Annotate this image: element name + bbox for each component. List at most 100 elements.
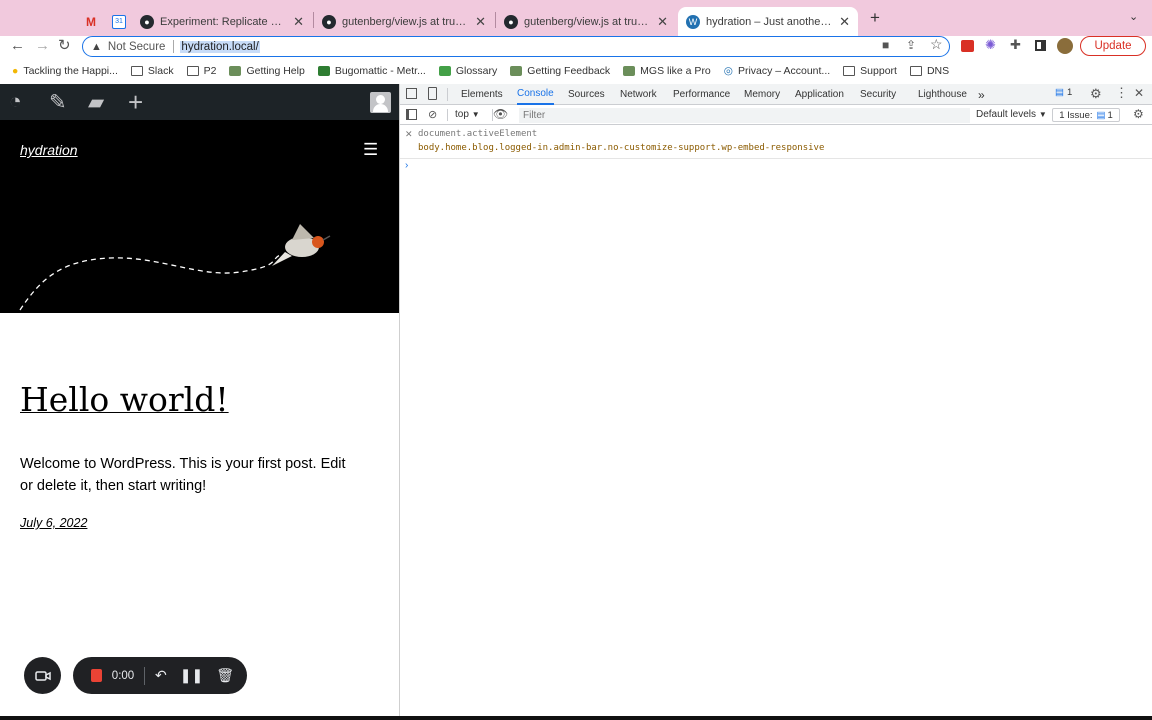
recording-timer: 0:00 [111, 669, 135, 682]
close-devtools-icon[interactable]: ✕ [1134, 86, 1144, 100]
bookmark-item[interactable]: ● Tackling the Happi... [12, 65, 118, 77]
recorder-camera-button[interactable] [24, 657, 61, 694]
console-filter-input[interactable]: Filter [519, 108, 970, 123]
extensions-puzzle-icon[interactable]: ✚ [1010, 37, 1021, 53]
undo-icon[interactable]: ↶ [155, 667, 167, 684]
github-icon: ● [140, 14, 154, 29]
new-tab-button[interactable]: + [870, 8, 880, 28]
extension-red-icon[interactable] [961, 40, 974, 52]
calendar-icon: 31 [112, 14, 126, 29]
bookmark-item[interactable]: ◎ Privacy – Account... [724, 65, 830, 77]
comments-icon[interactable]: ▰ [88, 84, 104, 120]
bookmark-item[interactable]: DNS [909, 65, 950, 77]
close-tab-icon[interactable]: ✕ [475, 14, 486, 30]
new-content-plus-icon[interactable]: + [128, 84, 143, 120]
update-button[interactable]: Update [1080, 36, 1146, 56]
tab-elements[interactable]: Elements [461, 84, 503, 105]
bookmark-item[interactable]: Bugomattic - Metr... [317, 65, 426, 77]
close-tab-icon[interactable]: ✕ [293, 14, 304, 30]
console-input-line: document.activeElement [418, 129, 538, 139]
tab-performance[interactable]: Performance [673, 84, 730, 105]
tab-gutenberg-1[interactable]: ● gutenberg/view.js at trunk · W ✕ [314, 7, 494, 36]
pause-icon[interactable]: ❚❚ [180, 667, 203, 684]
bookmark-label: Glossary [455, 65, 498, 77]
more-tabs-chevron-icon[interactable]: » [978, 84, 985, 105]
camera-icon[interactable]: ■ [882, 38, 889, 52]
user-avatar[interactable] [370, 92, 391, 113]
bookmark-item[interactable]: Glossary [438, 65, 498, 77]
divider [173, 40, 175, 53]
tab-console[interactable]: Console [517, 84, 554, 105]
back-arrow-icon[interactable]: ← [10, 36, 25, 56]
tab-search-chevron-icon[interactable]: ⌄ [1129, 10, 1138, 23]
bookmark-item[interactable]: P2 [186, 65, 217, 77]
messages-count: 1 [1066, 87, 1073, 98]
device-toolbar-icon[interactable] [428, 87, 437, 100]
divider [447, 88, 448, 101]
close-tab-icon[interactable]: ✕ [657, 14, 668, 30]
sidebar-toggle-icon[interactable] [406, 109, 417, 120]
customize-brush-icon[interactable]: ✎ [49, 84, 67, 120]
console-settings-gear-icon[interactable]: ⚙ [1133, 107, 1144, 121]
console-output-line[interactable]: body.home.blog.logged-in.admin-bar.no-cu… [418, 143, 824, 153]
close-tab-icon[interactable]: ✕ [839, 14, 850, 30]
bookmark-item[interactable]: Slack [130, 65, 174, 77]
tab-title: gutenberg/view.js at trunk · W [342, 15, 469, 28]
reload-icon[interactable]: ↻ [58, 36, 71, 56]
console-prompt-icon[interactable]: › [405, 160, 408, 171]
site-icon [438, 66, 451, 76]
console-separator [400, 158, 1152, 159]
more-options-icon[interactable]: ⋮ [1115, 85, 1128, 101]
tab-application[interactable]: Application [795, 84, 844, 105]
tab-gutenberg-2[interactable]: ● gutenberg/view.js at trunk · W ✕ [496, 7, 676, 36]
context-select[interactable]: top ▼ [455, 109, 480, 120]
bookmark-item[interactable]: Getting Help [229, 65, 305, 77]
side-panel-icon[interactable] [1035, 40, 1046, 51]
post-date-link[interactable]: July 6, 2022 [20, 516, 87, 530]
tab-sources[interactable]: Sources [568, 84, 605, 105]
messages-badge[interactable]: ▤ 1 [1055, 87, 1072, 98]
clear-console-icon[interactable]: ⊘ [428, 108, 437, 121]
recorder-controls: 0:00 ↶ ❚❚ 🗑 [73, 657, 247, 694]
share-icon[interactable]: ⇪ [906, 38, 916, 52]
live-expression-eye-icon[interactable]: 👁 [493, 107, 508, 121]
security-label[interactable]: Not Secure [108, 41, 166, 53]
post-title[interactable]: Hello world! [20, 380, 229, 419]
extension-gear-icon[interactable]: ✺ [985, 37, 996, 53]
bookmark-label: Support [860, 65, 897, 77]
tab-memory[interactable]: Memory [744, 84, 780, 105]
trash-icon[interactable]: 🗑 [216, 667, 234, 684]
bookmark-item[interactable]: Support [843, 65, 897, 77]
forward-arrow-icon[interactable]: → [35, 36, 50, 56]
profile-avatar[interactable] [1057, 38, 1073, 54]
divider [447, 109, 448, 121]
message-icon: ▤ [1055, 87, 1064, 98]
address-bar[interactable]: ▲ Not Secure hydration.local/ [82, 36, 950, 57]
issues-button[interactable]: 1 Issue: ▤ 1 [1052, 108, 1120, 122]
url-text[interactable]: hydration.local/ [180, 40, 260, 53]
stop-recording-button[interactable] [91, 669, 102, 682]
tab-security[interactable]: Security [860, 84, 896, 105]
inspect-element-icon[interactable] [406, 88, 417, 99]
bookmark-label: DNS [926, 65, 950, 77]
bookmark-label: P2 [203, 65, 217, 77]
bookmark-label: MGS like a Pro [640, 65, 711, 77]
bookmark-star-icon[interactable]: ☆ [930, 36, 943, 53]
tab-hydration[interactable]: W hydration – Just another Word ✕ [678, 7, 858, 36]
settings-gear-icon[interactable]: ⚙ [1090, 86, 1102, 102]
tab-lighthouse[interactable]: Lighthouse [918, 84, 967, 105]
dashboard-icon[interactable]: ◔ [9, 84, 22, 120]
tab-experiment[interactable]: ● Experiment: Replicate Navigati ✕ [132, 7, 312, 36]
tab-network[interactable]: Network [620, 84, 657, 105]
video-camera-icon [34, 670, 51, 681]
devtools-divider[interactable] [399, 84, 400, 720]
tab-gmail[interactable]: M [76, 7, 100, 36]
log-levels-select[interactable]: Default levels ▼ [976, 109, 1047, 120]
bookmark-item[interactable]: MGS like a Pro [623, 65, 711, 77]
issue-icon: ▤ [1096, 109, 1106, 121]
bookmark-item[interactable]: Getting Feedback [510, 65, 610, 77]
folder-icon [186, 66, 199, 76]
lightbulb-icon: ● [12, 65, 19, 77]
folder-icon [909, 66, 922, 76]
tab-calendar[interactable]: 31 [104, 7, 130, 36]
